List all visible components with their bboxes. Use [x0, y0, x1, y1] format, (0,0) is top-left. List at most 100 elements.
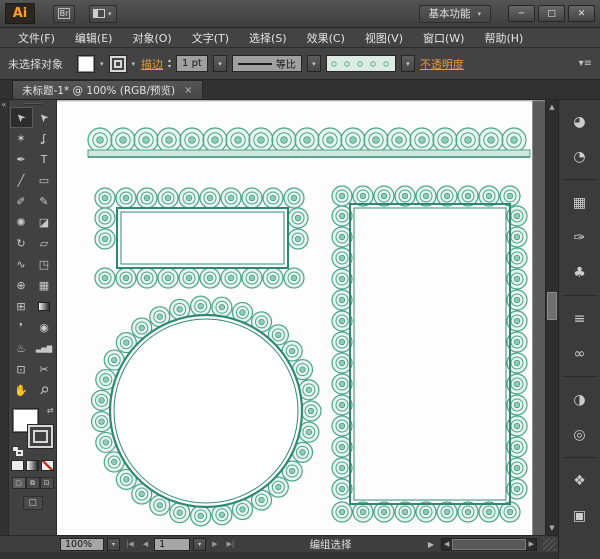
scroll-right-icon[interactable]: ▶ — [527, 540, 536, 548]
none-paint-button[interactable] — [41, 460, 54, 471]
menu-item-8[interactable]: 帮助(H) — [474, 28, 533, 48]
next-artboard-button[interactable]: ▶ — [209, 540, 220, 548]
canvas[interactable] — [57, 100, 545, 535]
width-profile-combo[interactable]: 等比 — [232, 55, 302, 72]
rotate-tool[interactable]: ↻ — [10, 233, 33, 254]
stroke-width-combo[interactable]: 1 pt — [176, 55, 208, 72]
layers-panel-icon[interactable]: ❖ — [563, 467, 597, 494]
stroke-well[interactable] — [28, 425, 53, 448]
symbols-panel-icon[interactable]: ♣ — [563, 259, 597, 286]
vertical-scrollbar[interactable]: ▲ ▼ — [545, 100, 558, 535]
menu-item-3[interactable]: 文字(T) — [182, 28, 239, 48]
eyedropper-tool[interactable]: ❜ — [10, 317, 33, 338]
menu-item-0[interactable]: 文件(F) — [8, 28, 65, 48]
paintbrush-tool[interactable]: ✐ — [10, 191, 33, 212]
perspective-grid-tool[interactable]: ▦ — [33, 275, 56, 296]
color-panel-icon[interactable]: ◕ — [563, 108, 597, 135]
artboard-number-box[interactable]: 1 — [154, 538, 190, 551]
tab-close-icon[interactable]: × — [184, 85, 192, 96]
hand-tool[interactable]: ✋ — [10, 380, 33, 401]
mesh-tool[interactable]: ⊞ — [10, 296, 33, 317]
collapse-panel-icon[interactable]: « — [2, 100, 7, 109]
swap-fill-stroke-icon[interactable]: ⇄ — [47, 406, 54, 415]
color-paint-button[interactable] — [11, 460, 24, 471]
width-tool[interactable]: ∿ — [10, 254, 33, 275]
line-segment-tool[interactable]: ╱ — [10, 170, 33, 191]
artboard-tool[interactable]: ⊡ — [10, 359, 33, 380]
draw-normal-button[interactable]: ▢ — [12, 477, 26, 489]
zoom-level-box[interactable]: 100% — [60, 538, 104, 551]
appearance-panel-icon[interactable]: ◎ — [563, 421, 597, 448]
stroke-width-stepper[interactable]: ▴▾ — [168, 58, 171, 70]
menu-item-4[interactable]: 选择(S) — [239, 28, 297, 48]
horizontal-scroll-thumb[interactable] — [452, 539, 525, 550]
rectangle-tool[interactable]: ▭ — [33, 170, 56, 191]
screen-mode-button[interactable]: ▢ — [23, 496, 43, 510]
color-guide-panel-icon[interactable]: ◔ — [563, 143, 597, 170]
transparency-panel-icon[interactable]: ∞ — [563, 340, 597, 367]
last-artboard-button[interactable]: ▶| — [224, 540, 238, 548]
maximize-button[interactable]: □ — [538, 5, 565, 22]
prev-artboard-button[interactable]: ◀ — [140, 540, 151, 548]
scroll-down-icon[interactable]: ▼ — [546, 524, 558, 532]
menu-item-6[interactable]: 视图(V) — [355, 28, 413, 48]
swatches-panel-icon[interactable]: ▦ — [563, 189, 597, 216]
stroke-width-caret[interactable]: ▾ — [213, 55, 227, 72]
bridge-button[interactable]: Br — [53, 5, 75, 23]
magic-wand-tool[interactable]: ✶ — [10, 128, 33, 149]
scroll-left-icon[interactable]: ◀ — [442, 540, 451, 548]
gradient-panel-icon[interactable]: ◑ — [563, 386, 597, 413]
menu-item-5[interactable]: 效果(C) — [297, 28, 355, 48]
workspace-switcher[interactable]: 基本功能▾ — [419, 5, 491, 23]
width-profile-caret[interactable]: ▾ — [307, 55, 321, 72]
type-tool[interactable]: T — [33, 149, 56, 170]
column-graph-tool[interactable]: ▃▅▇ — [33, 338, 56, 359]
pencil-tool[interactable]: ✎ — [33, 191, 56, 212]
stroke-caret-icon[interactable]: ▾ — [131, 60, 137, 68]
menu-item-7[interactable]: 窗口(W) — [413, 28, 474, 48]
stroke-panel-icon[interactable]: ≡ — [563, 305, 597, 332]
menu-item-1[interactable]: 编辑(E) — [65, 28, 123, 48]
symbol-sprayer-tool[interactable]: ♨ — [10, 338, 33, 359]
arrange-documents-button[interactable]: ▾ — [89, 5, 117, 23]
opacity-link[interactable]: 不透明度 — [420, 56, 464, 72]
scroll-up-icon[interactable]: ▲ — [546, 100, 558, 111]
draw-behind-button[interactable]: ⧉ — [26, 477, 40, 489]
free-transform-tool[interactable]: ◳ — [33, 254, 56, 275]
menu-item-2[interactable]: 对象(O) — [122, 28, 181, 48]
selection-tool[interactable]: ➤ — [10, 107, 33, 128]
fill-caret-icon[interactable]: ▾ — [99, 60, 105, 68]
eraser-tool[interactable]: ◪ — [33, 212, 56, 233]
vertical-scroll-thumb[interactable] — [547, 292, 557, 320]
brush-definition-combo[interactable] — [326, 55, 396, 72]
close-button[interactable]: ✕ — [568, 5, 595, 22]
pen-tool[interactable]: ✒ — [10, 149, 33, 170]
artboards-panel-icon[interactable]: ▣ — [563, 502, 597, 529]
first-artboard-button[interactable]: |◀ — [123, 540, 137, 548]
blend-tool[interactable]: ◉ — [33, 317, 56, 338]
default-fill-stroke-icon[interactable] — [12, 446, 23, 456]
zoom-tool[interactable]: ⚲ — [33, 380, 56, 401]
fill-color-swatch[interactable] — [78, 56, 94, 72]
gradient-paint-button[interactable] — [26, 460, 39, 471]
blob-brush-tool[interactable]: ✺ — [10, 212, 33, 233]
control-panel-menu-icon[interactable]: ▾≡ — [579, 58, 592, 69]
lasso-tool[interactable]: ʆ — [33, 128, 56, 149]
horizontal-scrollbar[interactable]: ◀ ▶ — [441, 538, 537, 551]
status-options-icon[interactable]: ▶ — [424, 540, 438, 549]
window-resize-grip[interactable] — [543, 538, 556, 551]
zoom-caret-icon[interactable]: ▾ — [107, 538, 120, 551]
stroke-color-swatch[interactable] — [110, 56, 126, 72]
scale-tool[interactable]: ▱ — [33, 233, 56, 254]
direct-selection-tool[interactable]: ➤ — [33, 107, 56, 128]
shape-builder-tool[interactable]: ⊕ — [10, 275, 33, 296]
brushes-panel-icon[interactable]: ✑ — [563, 224, 597, 251]
artboard-caret-icon[interactable]: ▾ — [193, 538, 206, 551]
draw-inside-button[interactable]: ⊡ — [40, 477, 54, 489]
minimize-button[interactable]: ─ — [508, 5, 535, 22]
gradient-tool[interactable] — [33, 296, 56, 317]
canvas-artwork[interactable] — [57, 100, 545, 535]
brush-definition-caret[interactable]: ▾ — [401, 55, 415, 72]
slice-tool[interactable]: ✂ — [33, 359, 56, 380]
document-tab[interactable]: 未标题-1* @ 100% (RGB/预览) × — [12, 80, 203, 99]
